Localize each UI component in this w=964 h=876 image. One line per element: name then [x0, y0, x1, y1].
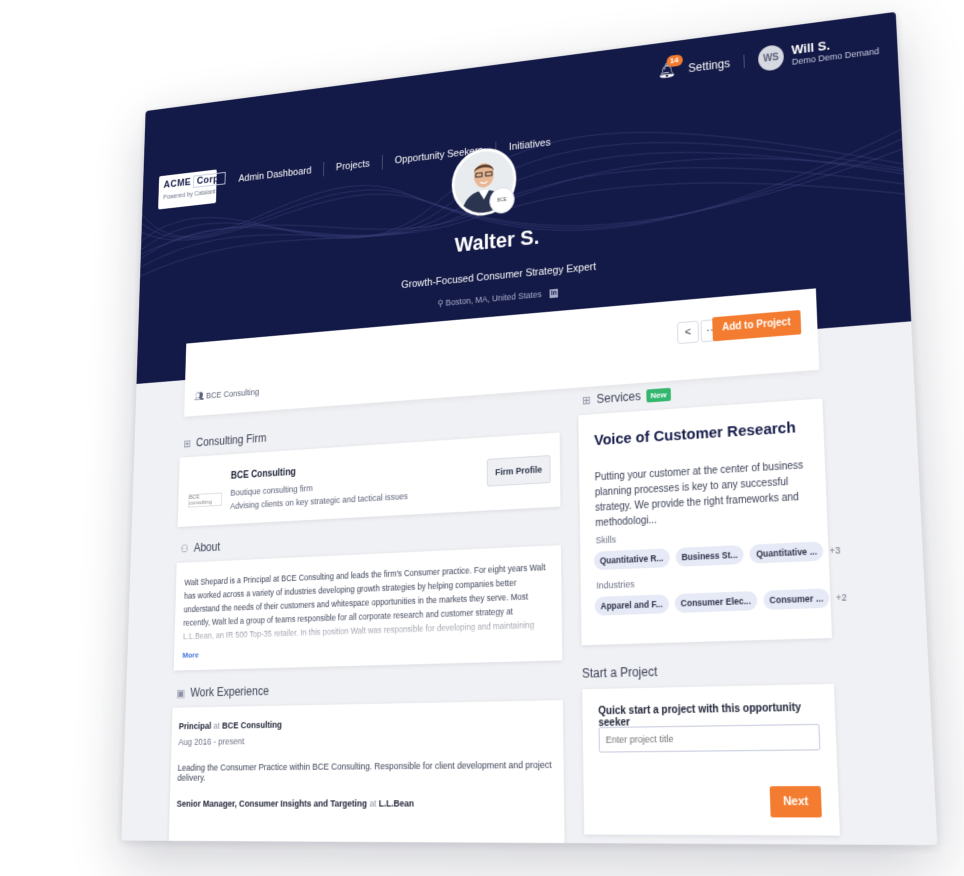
service-description: Putting your customer at the center of b… [594, 460, 804, 530]
industry-chip: Consumer Elec... [674, 591, 758, 613]
share-icon: < [684, 326, 692, 339]
experience-at: at [213, 720, 221, 731]
firm-name: BCE Consulting [230, 467, 296, 482]
person-icon: ⚇ [180, 543, 189, 556]
service-title: Voice of Customer Research [593, 418, 797, 450]
new-badge: New [646, 388, 671, 403]
industries-label: Industries [596, 578, 635, 591]
experience-dates: Aug 2016 - present [178, 736, 245, 748]
services-heading: ⊞ Services New [582, 387, 671, 408]
org-chart-icon: ⊞ [183, 438, 192, 451]
about-more-link[interactable]: More [182, 651, 198, 660]
app-window: ACME Corp. Powered by Catalant Admin Dash… [121, 11, 938, 846]
skill-chip: Business St... [675, 544, 745, 567]
experience-company[interactable]: BCE Consulting [222, 720, 282, 731]
service-card[interactable]: Voice of Customer Research Putting your … [578, 398, 847, 646]
work-experience-heading-text: Work Experience [190, 683, 270, 700]
location-text: Boston, MA, United States [445, 289, 542, 308]
firm-description: Boutique consulting firm Advising client… [230, 476, 408, 513]
header-tools: 🔔︎ 14 Settings WS Will S. Demo Demo Dema… [658, 32, 880, 85]
consulting-firm-heading: ⊞ Consulting Firm [183, 431, 266, 450]
about-heading: ⚇ About [180, 540, 220, 555]
share-button[interactable]: < [676, 320, 700, 345]
experience-company[interactable]: L.L.Bean [379, 798, 414, 808]
work-experience-heading: ▣ Work Experience [176, 684, 269, 700]
firm-logo: BCE consulting [188, 492, 223, 508]
notification-count: 14 [666, 54, 683, 68]
experience-at: at [369, 798, 377, 809]
project-title-input[interactable] [598, 723, 821, 753]
about-heading-text: About [193, 539, 221, 555]
grid-icon: ⊞ [581, 394, 591, 408]
start-project-heading: Start a Project [581, 664, 658, 681]
services-heading-text: Services [596, 388, 641, 407]
start-project-card: Quick start a project with this opportun… [582, 683, 840, 836]
brand-name: ACME [163, 176, 192, 191]
experience-title: Principal at BCE Consulting [179, 720, 282, 732]
consulting-firm-heading-text: Consulting Firm [195, 431, 267, 450]
user-menu[interactable]: WS Will S. Demo Demo Demand [757, 32, 880, 72]
experience-role: Principal [178, 720, 212, 732]
linkedin-icon[interactable]: in [549, 288, 559, 299]
experience-description: Leading the Consumer Practice within BCE… [177, 759, 552, 783]
skills-more-count: +3 [829, 544, 841, 557]
firm-tag-label: BCE Consulting [205, 387, 260, 401]
notifications-button[interactable]: 🔔︎ 14 [658, 54, 683, 81]
industries-chips: Apparel and F... Consumer Elec... Consum… [594, 588, 848, 616]
briefcase-icon: ▣ [176, 687, 186, 700]
settings-link[interactable]: Settings [688, 54, 745, 76]
skill-chip: Quantitative ... [749, 541, 824, 564]
location-pin-icon: ⚲ [437, 298, 446, 309]
about-card: Walt Shepard is a Principal at BCE Consu… [173, 545, 563, 671]
acme-logo[interactable]: ACME Corp. Powered by Catalant [158, 169, 226, 210]
industries-more-count: +2 [835, 591, 848, 604]
skill-chip: Quantitative R... [593, 548, 670, 571]
experience-role: Senior Manager, Consumer Insights and Ta… [176, 798, 368, 809]
stage: ACME Corp. Powered by Catalant Admin Dash… [0, 0, 964, 876]
add-to-project-button[interactable]: Add to Project [711, 309, 802, 342]
firm-profile-button[interactable]: Firm Profile [486, 455, 551, 487]
experience-title: Senior Manager, Consumer Insights and Ta… [177, 798, 414, 809]
firm-tag: 👥︎ BCE Consulting [194, 387, 259, 402]
next-button[interactable]: Next [769, 786, 822, 818]
team-icon: 👥︎ [194, 391, 207, 402]
skills-label: Skills [595, 534, 617, 546]
powered-by: Powered by Catalant [163, 188, 216, 202]
user-avatar: WS [757, 43, 785, 72]
skills-chips: Quantitative R... Business St... Quantit… [593, 541, 841, 571]
consulting-firm-card: BCE consulting BCE Consulting Boutique c… [177, 432, 561, 528]
industry-chip: Consumer ... [762, 588, 831, 610]
industry-chip: Apparel and F... [594, 594, 669, 616]
work-experience-card: Principal at BCE Consulting Aug 2016 - p… [168, 700, 565, 846]
